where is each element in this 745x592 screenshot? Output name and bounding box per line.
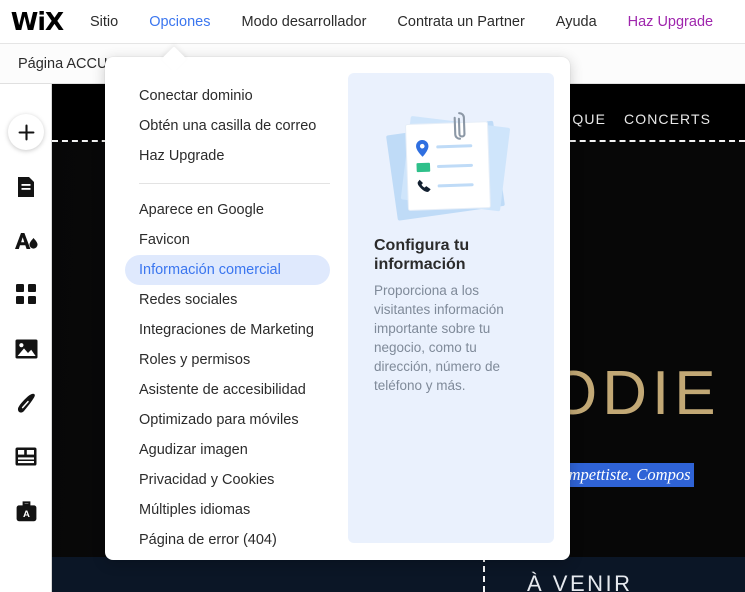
main-nav: Sitio Opciones Modo desarrollador Contra… bbox=[90, 14, 744, 30]
business-icon: A bbox=[16, 500, 37, 527]
dropdown-item-redes-sociales[interactable]: Redes sociales bbox=[125, 285, 330, 315]
page-title[interactable]: Página ACCU bbox=[18, 56, 107, 72]
dropdown-item-privacidad-y-cookies[interactable]: Privacidad y Cookies bbox=[125, 465, 330, 495]
business-button[interactable]: A bbox=[0, 486, 52, 540]
menu-item-modo-desarrollador[interactable]: Modo desarrollador bbox=[241, 14, 366, 30]
plus-icon bbox=[8, 114, 44, 150]
svg-text:A: A bbox=[23, 509, 30, 520]
menu-item-contrata-un-partner[interactable]: Contrata un Partner bbox=[397, 14, 524, 30]
dropdown-item-integraciones-de-marketing[interactable]: Integraciones de Marketing bbox=[125, 315, 330, 345]
blog-button[interactable] bbox=[0, 378, 52, 432]
layout-icon bbox=[15, 447, 37, 471]
pen-icon bbox=[15, 392, 37, 419]
dropdown-item-agudizar-imagen[interactable]: Agudizar imagen bbox=[125, 435, 330, 465]
main-menu-bar: WiX Sitio Opciones Modo desarrollador Co… bbox=[0, 0, 745, 44]
lower-section-band bbox=[52, 557, 745, 592]
opciones-dropdown: Conectar dominio Obtén una casilla de co… bbox=[105, 57, 570, 560]
dropdown-item-favicon[interactable]: Favicon bbox=[125, 225, 330, 255]
info-preview-panel: Configura tu información Proporciona a l… bbox=[348, 73, 554, 543]
design-button[interactable] bbox=[0, 216, 52, 270]
page-icon bbox=[16, 176, 36, 203]
pages-button[interactable] bbox=[0, 162, 52, 216]
info-panel-title: Configura tu información bbox=[374, 237, 470, 273]
dropdown-item-roles-y-permisos[interactable]: Roles y permisos bbox=[125, 345, 330, 375]
site-nav-concerts[interactable]: CONCERTS bbox=[624, 111, 711, 127]
left-toolbar: A bbox=[0, 84, 52, 592]
editor-window: MUSIQUE CONCERTS ODIE . Trompettiste. Co… bbox=[0, 0, 745, 592]
add-element-button[interactable] bbox=[0, 105, 52, 159]
dropdown-item-informacion-comercial[interactable]: Información comercial bbox=[125, 255, 330, 285]
hero-title[interactable]: ODIE bbox=[549, 358, 721, 429]
business-info-card-illustration bbox=[375, 101, 525, 231]
media-button[interactable] bbox=[0, 324, 52, 378]
section-heading-a-venir[interactable]: À VENIR bbox=[527, 571, 633, 592]
menu-item-ayuda[interactable]: Ayuda bbox=[556, 14, 597, 30]
dropdown-item-aparece-en-google[interactable]: Aparece en Google bbox=[125, 195, 330, 225]
apps-icon bbox=[15, 284, 37, 310]
menu-item-haz-upgrade[interactable]: Haz Upgrade bbox=[628, 14, 713, 30]
info-panel-description: Proporciona a los visitantes información… bbox=[374, 283, 504, 393]
selection-guide-vertical bbox=[483, 556, 485, 592]
apps-button[interactable] bbox=[0, 270, 52, 324]
menu-item-sitio[interactable]: Sitio bbox=[90, 14, 118, 30]
dropdown-item-conectar-dominio[interactable]: Conectar dominio bbox=[125, 81, 330, 111]
menu-item-opciones[interactable]: Opciones bbox=[149, 14, 210, 30]
dropdown-menu-list: Conectar dominio Obtén una casilla de co… bbox=[105, 57, 350, 555]
image-icon bbox=[15, 339, 38, 364]
dropdown-item-multiples-idiomas[interactable]: Múltiples idiomas bbox=[125, 495, 330, 525]
dropdown-item-pagina-de-error-404[interactable]: Página de error (404) bbox=[125, 525, 330, 555]
dropdown-item-optimizado-para-moviles[interactable]: Optimizado para móviles bbox=[125, 405, 330, 435]
design-icon bbox=[13, 230, 39, 257]
dropdown-item-asistente-de-accesibilidad[interactable]: Asistente de accesibilidad bbox=[125, 375, 330, 405]
database-button[interactable] bbox=[0, 432, 52, 486]
wix-logo[interactable]: WiX bbox=[6, 9, 68, 34]
dropdown-item-haz-upgrade[interactable]: Haz Upgrade bbox=[125, 141, 330, 171]
dropdown-item-obten-casilla-correo[interactable]: Obtén una casilla de correo bbox=[125, 111, 330, 141]
dropdown-divider bbox=[139, 183, 330, 184]
